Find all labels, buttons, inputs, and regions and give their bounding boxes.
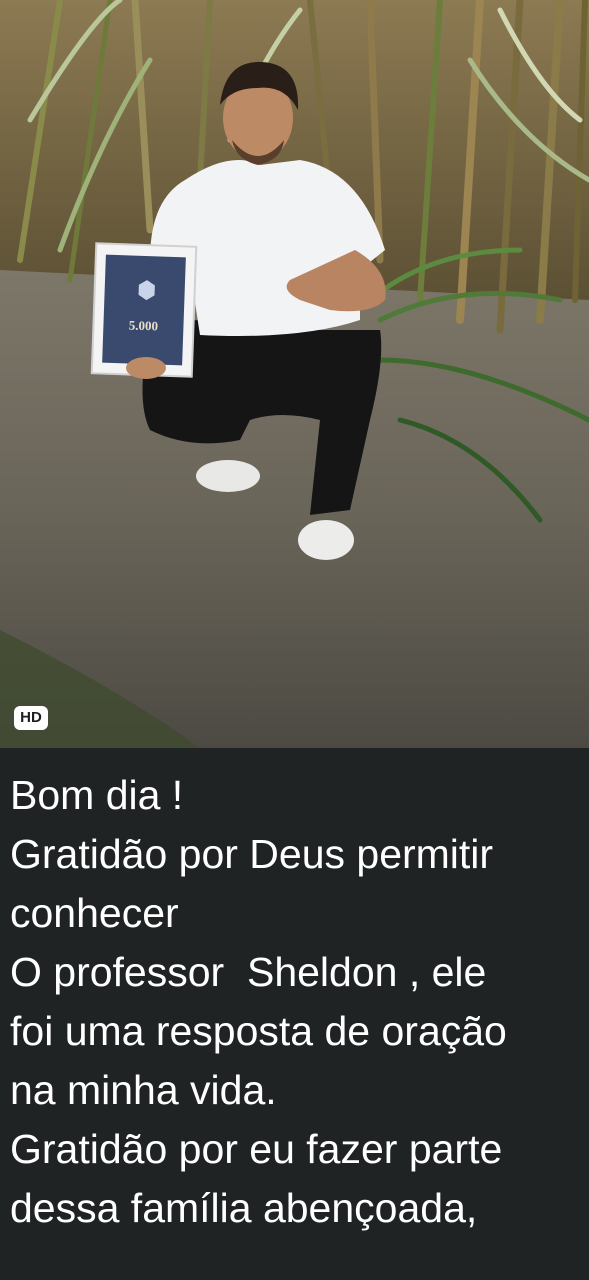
post-photo[interactable]: 5.000 HD <box>0 0 589 748</box>
post-viewer: 5.000 HD Bom dia ! Gratidão por Deus per… <box>0 0 589 1280</box>
caption-line: na minha vida. <box>10 1067 277 1113</box>
caption-line: dessa família abençoada, <box>10 1185 478 1231</box>
post-caption: Bom dia ! Gratidão por Deus permitir con… <box>0 748 589 1280</box>
photo-illustration: 5.000 <box>0 0 589 748</box>
hd-badge[interactable]: HD <box>14 706 48 730</box>
caption-line: Gratidão por eu fazer parte <box>10 1126 503 1172</box>
caption-line: Gratidão por Deus permitir <box>10 831 494 877</box>
caption-line: conhecer <box>10 890 179 936</box>
plaque-number: 5.000 <box>129 317 159 333</box>
caption-line: Bom dia ! <box>10 772 184 818</box>
caption-line: O professor Sheldon , ele <box>10 949 487 995</box>
caption-line: foi uma resposta de oração <box>10 1008 507 1054</box>
